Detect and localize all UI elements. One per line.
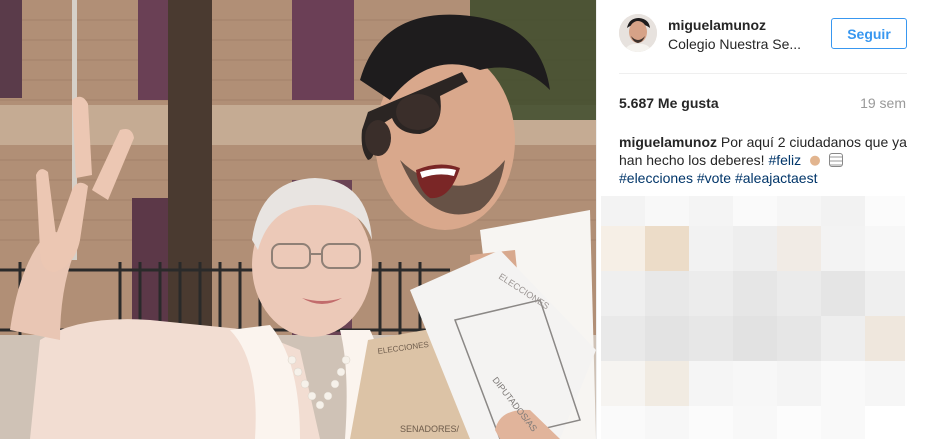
post-location[interactable]: Colegio Nuestra Se... [668, 36, 801, 52]
avatar-image [619, 14, 657, 52]
post-photo[interactable]: ELECCIONES DIPUTADOS/AS ELECCIONES SENAD… [0, 0, 596, 439]
post-caption: miguelamunoz Por aquí 2 ciudadanos que y… [619, 133, 909, 187]
hashtag-elecciones[interactable]: #elecciones [619, 170, 693, 186]
blurred-comments [597, 196, 928, 439]
post-username[interactable]: miguelamunoz [668, 17, 766, 33]
post-side-panel: miguelamunoz Colegio Nuestra Se... Segui… [596, 0, 928, 439]
avatar[interactable] [619, 14, 657, 52]
caption-username[interactable]: miguelamunoz [619, 134, 717, 150]
envelope-label-4: SENADORES/ [400, 424, 460, 434]
post-time[interactable]: 19 sem [860, 95, 906, 111]
likes-count[interactable]: 5.687 Me gusta [619, 95, 719, 111]
photo-illustration: ELECCIONES DIPUTADOS/AS ELECCIONES SENAD… [0, 0, 596, 439]
hashtag-vote[interactable]: #vote [697, 170, 731, 186]
post-header: miguelamunoz Colegio Nuestra Se... Segui… [597, 0, 928, 73]
follow-button[interactable]: Seguir [831, 18, 907, 49]
ok-hand-icon [808, 153, 823, 167]
ballot-box-icon [828, 153, 843, 167]
post-view: ELECCIONES DIPUTADOS/AS ELECCIONES SENAD… [0, 0, 928, 439]
hashtag-aleajactaest[interactable]: #aleajactaest [735, 170, 818, 186]
hashtag-feliz[interactable]: #feliz [768, 152, 801, 168]
header-divider [619, 73, 907, 74]
